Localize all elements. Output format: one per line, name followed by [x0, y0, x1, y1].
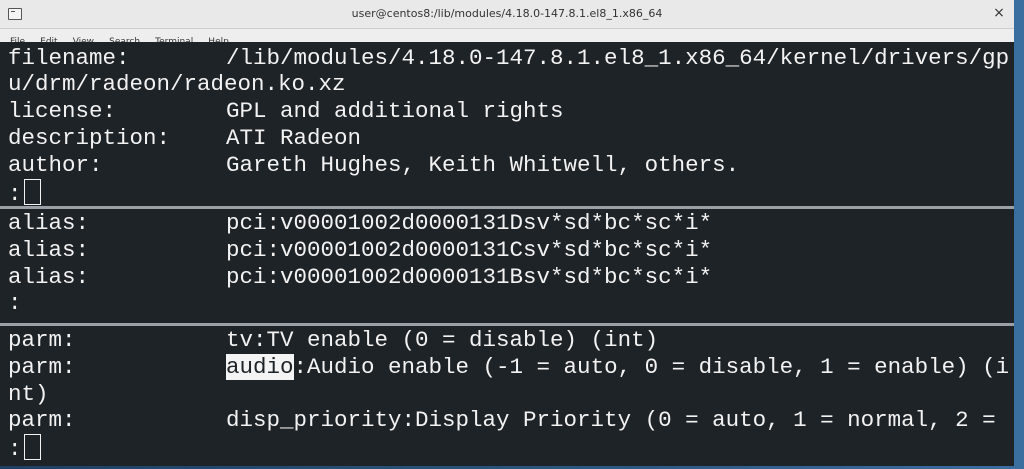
- pane-divider[interactable]: [0, 206, 1014, 209]
- output-line: parm: tv:TV enable (0 = disable) (int): [8, 327, 658, 353]
- pane-divider[interactable]: [0, 323, 1014, 326]
- field-value: ATI Radeon: [226, 125, 362, 151]
- output-line: u/drm/radeon/radeon.ko.xz: [8, 71, 346, 97]
- pager-prompt: :: [8, 436, 22, 462]
- output-line: parm: audio:Audio enable (-1 = auto, 0 = …: [8, 354, 1009, 380]
- field-key: alias:: [8, 210, 90, 236]
- field-value: GPL and additional rights: [226, 98, 564, 124]
- terminal-window[interactable]: user@centos8:/lib/modules/4.18.0-147.8.1…: [0, 0, 1014, 466]
- terminal-pane-bottom[interactable]: parm: tv:TV enable (0 = disable) (int) pa…: [0, 327, 1014, 466]
- field-key: parm:: [8, 354, 76, 380]
- field-value: pci:v00001002d0000131Bsv*sd*bc*sc*i*: [226, 264, 713, 290]
- pager-prompt: :: [8, 181, 22, 207]
- field-value-wrap: u/drm/radeon/radeon.ko.xz: [8, 71, 346, 97]
- output-line: alias: pci:v00001002d0000131Csv*sd*bc*sc*…: [8, 237, 712, 263]
- field-value: /lib/modules/4.18.0-147.8.1.el8_1.x86_64…: [226, 45, 1010, 71]
- pager-prompt-line: :: [8, 434, 41, 462]
- field-value: Gareth Hughes, Keith Whitwell, others.: [226, 152, 740, 178]
- field-key: author:: [8, 152, 103, 178]
- title-bar[interactable]: user@centos8:/lib/modules/4.18.0-147.8.1…: [0, 0, 1014, 29]
- text-cursor: [23, 179, 41, 205]
- field-value: :Audio enable (-1 = auto, 0 = disable, 1…: [293, 354, 1010, 380]
- terminal-pane-top[interactable]: filename: /lib/modules/4.18.0-147.8.1.el8…: [0, 42, 1014, 207]
- output-line: alias: pci:v00001002d0000131Bsv*sd*bc*sc*…: [8, 264, 712, 290]
- pager-prompt: :: [8, 290, 22, 316]
- menu-bar: File Edit View Search Terminal Help: [0, 29, 1014, 47]
- output-line: author: Gareth Hughes, Keith Whitwell, ot…: [8, 152, 739, 178]
- field-key: parm:: [8, 407, 76, 433]
- field-key: alias:: [8, 237, 90, 263]
- field-value: pci:v00001002d0000131Csv*sd*bc*sc*i*: [226, 237, 713, 263]
- field-key: description:: [8, 125, 171, 151]
- field-value: tv:TV enable (0 = disable) (int): [226, 327, 659, 353]
- field-value: pci:v00001002d0000131Dsv*sd*bc*sc*i*: [226, 210, 713, 236]
- terminal-pane-middle[interactable]: alias: pci:v00001002d0000131Dsv*sd*bc*sc*…: [0, 210, 1014, 323]
- window-title: user@centos8:/lib/modules/4.18.0-147.8.1…: [351, 7, 663, 20]
- field-key: license:: [8, 98, 117, 124]
- output-line: nt): [8, 381, 49, 407]
- search-highlight: audio: [226, 354, 294, 380]
- terminal-area[interactable]: filename: /lib/modules/4.18.0-147.8.1.el8…: [0, 42, 1014, 466]
- field-key: alias:: [8, 264, 90, 290]
- pager-prompt-line: :: [8, 179, 41, 207]
- close-icon[interactable]: ×: [992, 6, 1006, 20]
- output-line: parm: disp_priority:Display Priority (0 =…: [8, 407, 996, 433]
- output-line: license: GPL and additional rights: [8, 98, 564, 124]
- field-key: filename:: [8, 45, 130, 71]
- output-line: description: ATI Radeon: [8, 125, 361, 151]
- text-cursor: [23, 434, 41, 460]
- output-line: filename: /lib/modules/4.18.0-147.8.1.el8…: [8, 45, 1009, 71]
- field-key: parm:: [8, 327, 76, 353]
- field-value: disp_priority:Display Priority (0 = auto…: [226, 407, 996, 433]
- pager-prompt-line: :: [8, 290, 22, 316]
- output-line: alias: pci:v00001002d0000131Dsv*sd*bc*sc*…: [8, 210, 712, 236]
- field-value-wrap: nt): [8, 381, 49, 407]
